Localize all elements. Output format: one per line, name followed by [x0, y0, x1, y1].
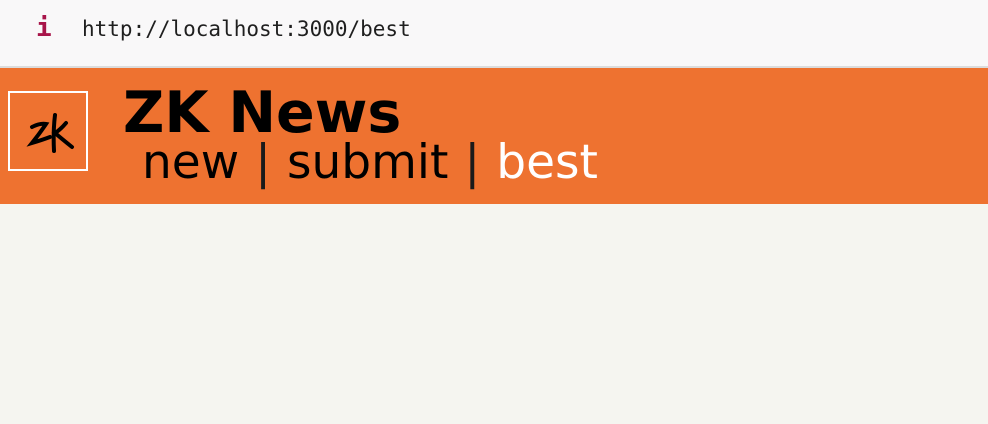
- nav-separator: |: [255, 135, 271, 190]
- site-info-icon[interactable]: i: [36, 13, 52, 43]
- page-content: [0, 204, 988, 424]
- url-text[interactable]: http://localhost:3000/best: [82, 17, 411, 41]
- site-header: ZK News new | submit | best: [0, 68, 988, 204]
- browser-url-bar[interactable]: i http://localhost:3000/best: [0, 0, 988, 68]
- nav-separator: |: [464, 135, 481, 190]
- nav-link-submit[interactable]: submit: [287, 135, 448, 190]
- nav-link-best[interactable]: best: [496, 135, 598, 190]
- main-nav: new | submit | best: [142, 131, 598, 195]
- zk-logo-icon[interactable]: [8, 91, 88, 171]
- nav-link-new[interactable]: new: [142, 135, 239, 190]
- zk-logo-glyph: [26, 113, 74, 153]
